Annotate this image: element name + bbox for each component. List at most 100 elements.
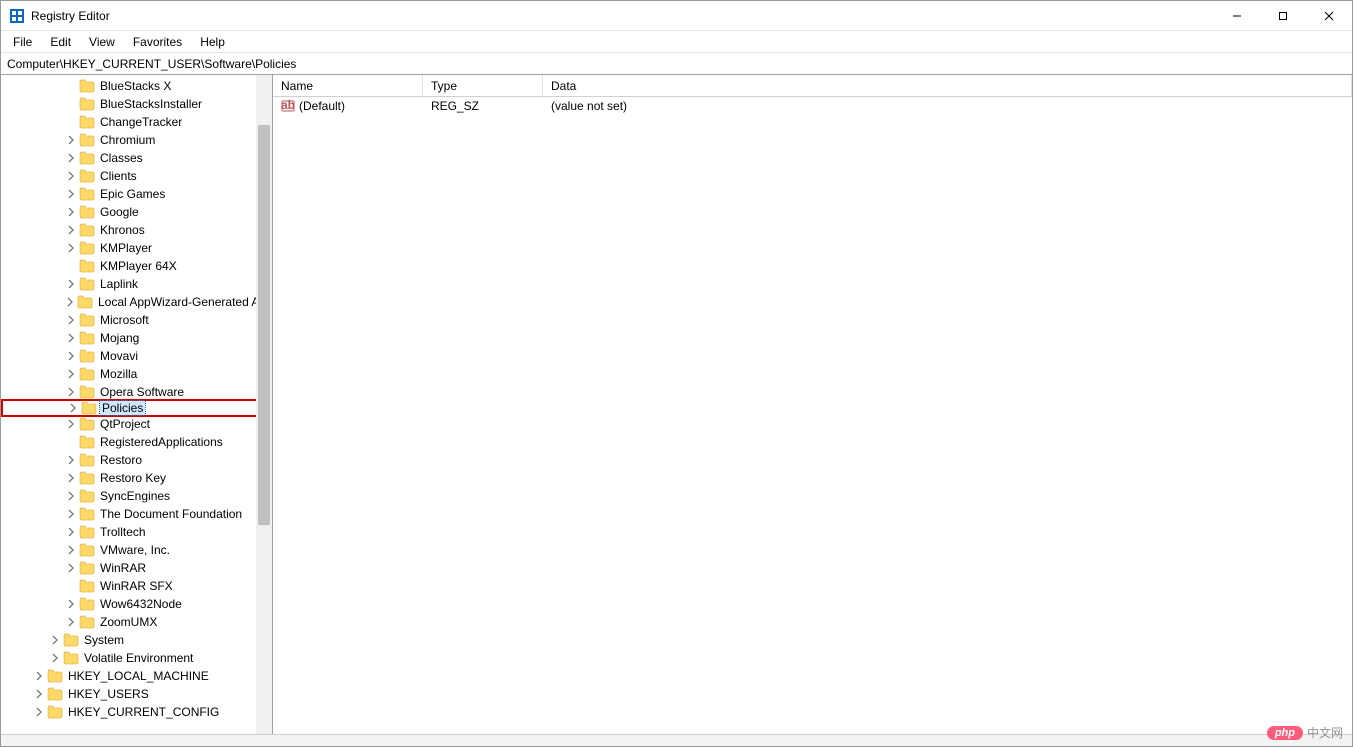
chevron-right-icon[interactable] [67,402,79,414]
chevron-right-icon[interactable] [65,368,77,380]
col-header-type[interactable]: Type [423,75,543,96]
tree-item[interactable]: KMPlayer [1,239,272,257]
window-controls [1214,1,1352,30]
chevron-right-icon[interactable] [65,278,77,290]
chevron-right-icon[interactable] [65,544,77,556]
tree-item[interactable]: VMware, Inc. [1,541,272,559]
col-header-data[interactable]: Data [543,75,1352,96]
tree-item[interactable]: WinRAR [1,559,272,577]
chevron-right-icon[interactable] [33,706,45,718]
tree-item[interactable]: Restoro [1,451,272,469]
tree-item-label: HKEY_LOCAL_MACHINE [66,669,211,683]
chevron-right-icon[interactable] [65,170,77,182]
chevron-right-icon[interactable] [65,598,77,610]
tree-item[interactable]: ChangeTracker [1,113,272,131]
chevron-right-icon[interactable] [65,418,77,430]
folder-icon [45,705,66,719]
menu-file[interactable]: File [5,33,40,51]
chevron-right-icon[interactable] [49,634,61,646]
chevron-right-icon[interactable] [65,350,77,362]
chevron-right-icon[interactable] [65,224,77,236]
tree-item[interactable]: Trolltech [1,523,272,541]
chevron-right-icon[interactable] [65,206,77,218]
maximize-button[interactable] [1260,1,1306,30]
tree-item[interactable]: System [1,631,272,649]
menu-help[interactable]: Help [192,33,233,51]
folder-icon [77,615,98,629]
tree-item[interactable]: HKEY_USERS [1,685,272,703]
tree-item[interactable]: Classes [1,149,272,167]
chevron-right-icon[interactable] [65,134,77,146]
folder-icon [77,525,98,539]
tree-item[interactable]: Mozilla [1,365,272,383]
chevron-right-icon[interactable] [65,188,77,200]
chevron-right-icon[interactable] [65,332,77,344]
folder-icon [77,561,98,575]
folder-icon [77,417,98,431]
tree-item[interactable]: The Document Foundation [1,505,272,523]
chevron-right-icon[interactable] [65,152,77,164]
tree-item-label: HKEY_USERS [66,687,151,701]
tree-item-label: Mozilla [98,367,139,381]
tree-scrollbar[interactable] [256,75,272,734]
chevron-right-icon[interactable] [65,454,77,466]
tree-item-label: Local AppWizard-Generated Applications [96,295,273,309]
tree-item[interactable]: RegisteredApplications [1,433,272,451]
tree-item[interactable]: WinRAR SFX [1,577,272,595]
folder-icon [77,489,98,503]
tree-scroll-thumb[interactable] [258,125,270,525]
tree-item[interactable]: Chromium [1,131,272,149]
tree-item-label: Movavi [98,349,140,363]
tree-item[interactable]: Khronos [1,221,272,239]
titlebar: Registry Editor [1,1,1352,31]
tree-item[interactable]: BlueStacks X [1,77,272,95]
menu-edit[interactable]: Edit [42,33,79,51]
chevron-right-icon[interactable] [65,386,77,398]
chevron-right-icon[interactable] [33,688,45,700]
tree-item[interactable]: HKEY_CURRENT_CONFIG [1,703,272,721]
address-bar[interactable]: Computer\HKEY_CURRENT_USER\Software\Poli… [1,53,1352,75]
tree-item[interactable]: BlueStacksInstaller [1,95,272,113]
tree-item[interactable]: QtProject [1,415,272,433]
tree-item[interactable]: SyncEngines [1,487,272,505]
tree-item[interactable]: ZoomUMX [1,613,272,631]
menu-view[interactable]: View [81,33,123,51]
address-path: Computer\HKEY_CURRENT_USER\Software\Poli… [7,57,296,71]
chevron-right-icon[interactable] [65,242,77,254]
tree-item[interactable]: Clients [1,167,272,185]
minimize-button[interactable] [1214,1,1260,30]
tree-pane[interactable]: BlueStacks XBlueStacksInstallerChangeTra… [1,75,273,734]
tree-item[interactable]: Mojang [1,329,272,347]
tree-item[interactable]: Microsoft [1,311,272,329]
chevron-right-icon[interactable] [65,296,75,308]
tree-item-label: SyncEngines [98,489,172,503]
tree-item-label: Epic Games [98,187,167,201]
chevron-right-icon[interactable] [65,490,77,502]
tree-item[interactable]: Google [1,203,272,221]
tree-item[interactable]: Local AppWizard-Generated Applications [1,293,272,311]
folder-icon [77,579,98,593]
tree-item[interactable]: Restoro Key [1,469,272,487]
chevron-right-icon[interactable] [65,314,77,326]
chevron-right-icon[interactable] [65,562,77,574]
tree-item[interactable]: Epic Games [1,185,272,203]
value-row[interactable]: ab(Default)REG_SZ(value not set) [273,97,1352,115]
folder-icon [61,651,82,665]
tree-item[interactable]: HKEY_LOCAL_MACHINE [1,667,272,685]
menu-favorites[interactable]: Favorites [125,33,190,51]
tree-item[interactable]: Volatile Environment [1,649,272,667]
chevron-right-icon[interactable] [65,472,77,484]
chevron-right-icon[interactable] [65,508,77,520]
tree-item[interactable]: Laplink [1,275,272,293]
close-button[interactable] [1306,1,1352,30]
values-list[interactable]: ab(Default)REG_SZ(value not set) [273,97,1352,734]
chevron-right-icon[interactable] [65,526,77,538]
col-header-name[interactable]: Name [273,75,423,96]
chevron-right-icon[interactable] [65,616,77,628]
tree-item[interactable]: Movavi [1,347,272,365]
chevron-right-icon[interactable] [49,652,61,664]
status-bar [1,734,1352,746]
tree-item[interactable]: KMPlayer 64X [1,257,272,275]
tree-item[interactable]: Wow6432Node [1,595,272,613]
chevron-right-icon[interactable] [33,670,45,682]
